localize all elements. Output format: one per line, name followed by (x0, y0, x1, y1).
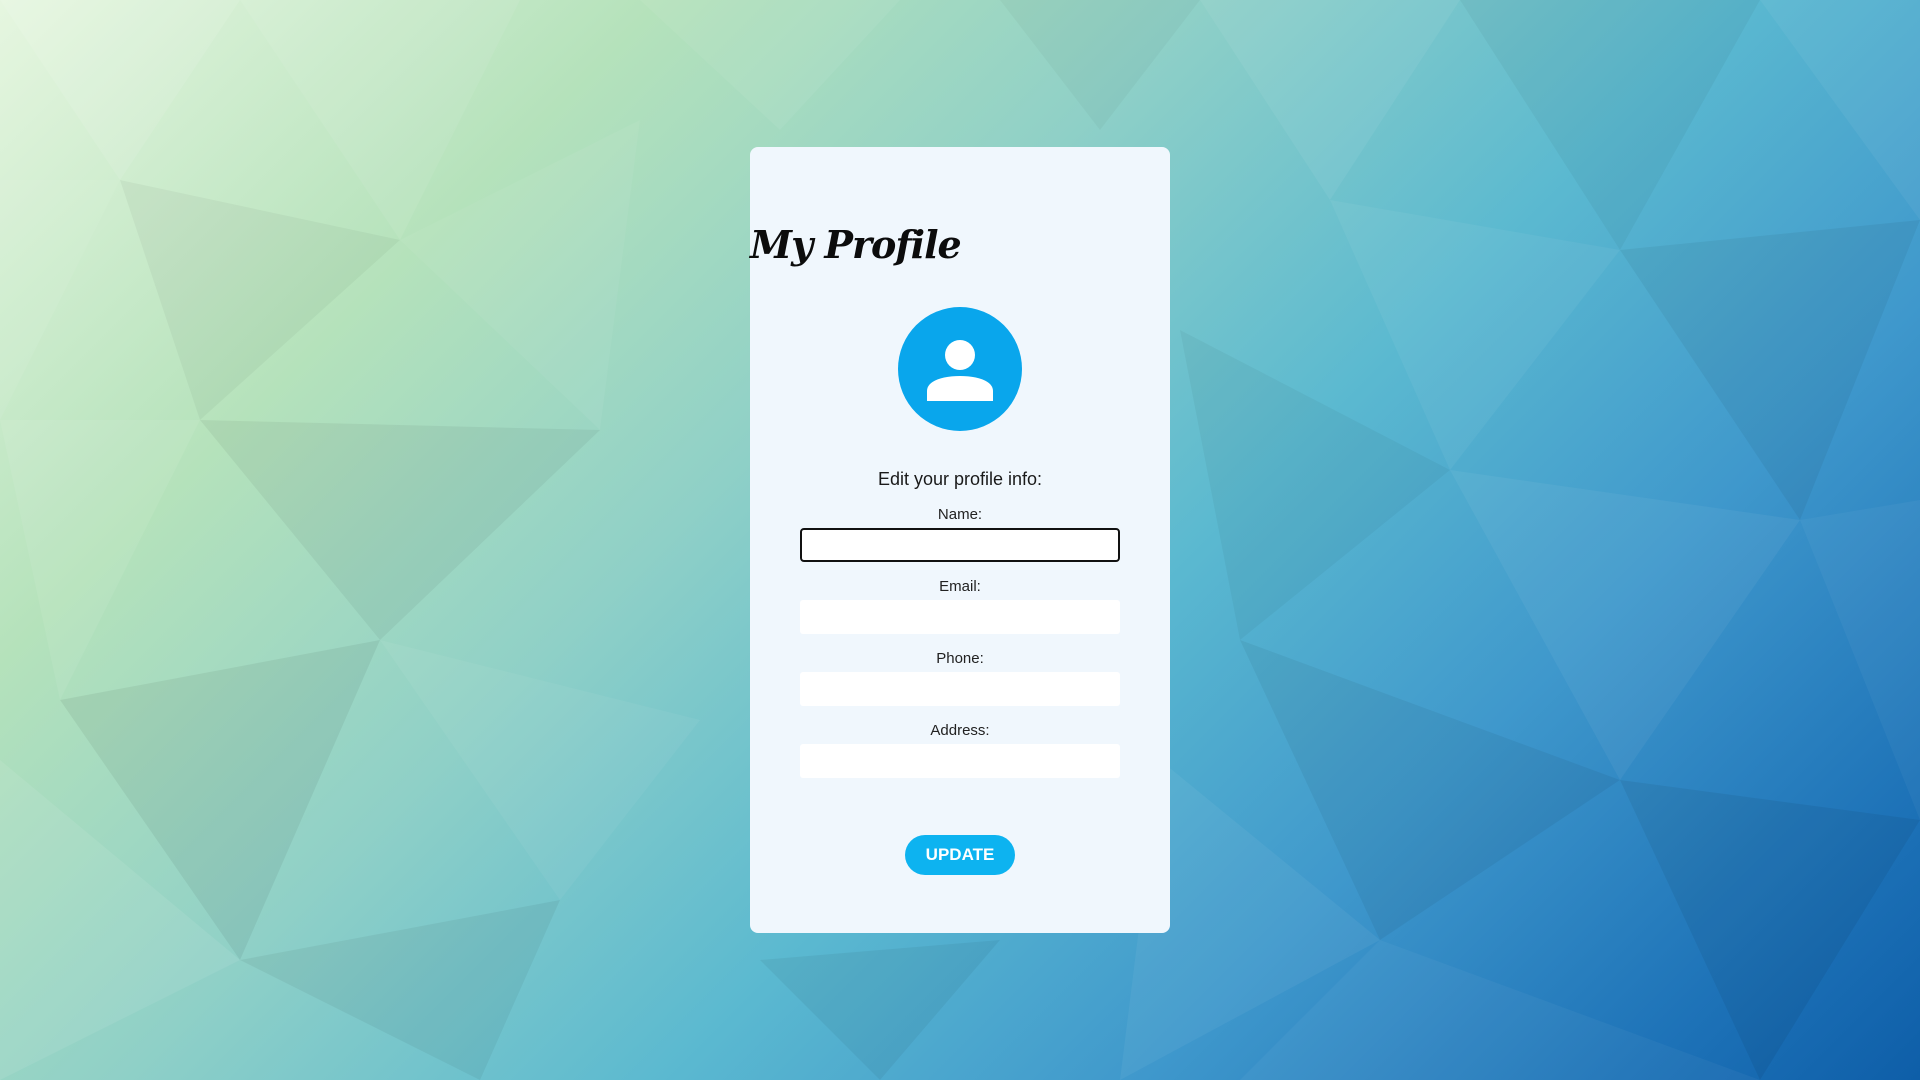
avatar (898, 307, 1022, 431)
form-instructions: Edit your profile info: (877, 469, 1043, 489)
update-button[interactable]: UPDATE (905, 835, 1015, 875)
name-input[interactable] (800, 528, 1120, 562)
email-label: Email: (939, 578, 981, 595)
name-label: Name: (937, 506, 983, 523)
address-label: Address: (930, 722, 990, 739)
page-title: My Profile (750, 222, 962, 267)
phone-input[interactable] (800, 672, 1120, 706)
email-input[interactable] (800, 600, 1120, 634)
phone-label: Phone: (936, 650, 984, 667)
address-input[interactable] (800, 744, 1120, 778)
user-icon (927, 340, 993, 401)
